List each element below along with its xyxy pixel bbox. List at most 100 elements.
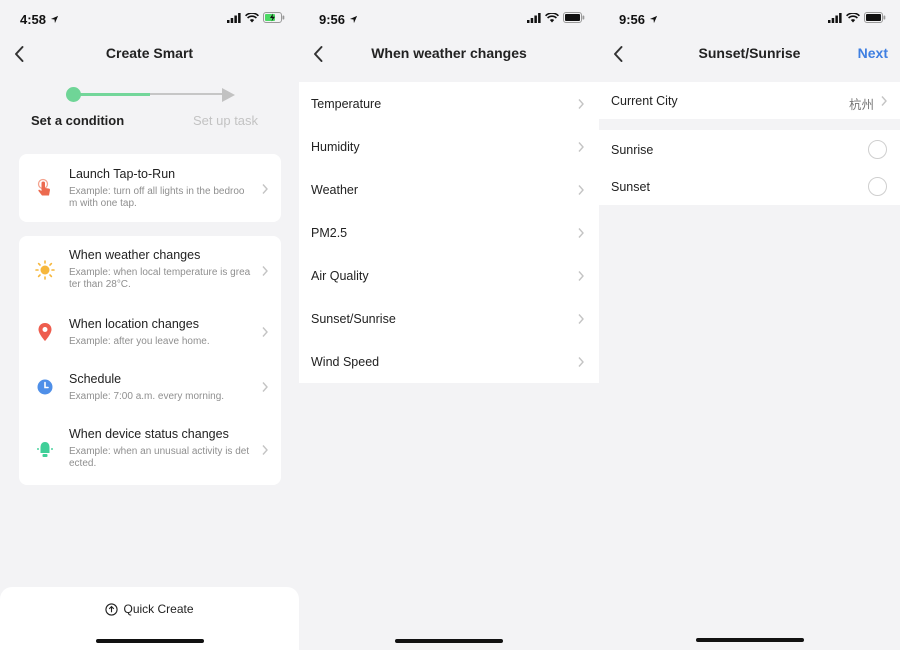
- battery-icon: [864, 12, 886, 23]
- quick-create-label: Quick Create: [123, 602, 194, 616]
- status-time: 9:56: [319, 12, 358, 27]
- clock-icon: [35, 377, 55, 397]
- progress-done: [74, 93, 150, 96]
- condition-desc: Example: when an unusual activity is det…: [69, 446, 250, 469]
- cellular-signal-icon: [828, 12, 842, 23]
- page-title: When weather changes: [371, 45, 527, 61]
- condition-desc: Example: when local temperature is great…: [69, 267, 251, 290]
- chevron-right-icon: [578, 99, 584, 109]
- option-sunset[interactable]: Sunset: [599, 167, 900, 204]
- current-city-label: Current City: [611, 94, 678, 108]
- location-arrow-icon: [649, 15, 658, 24]
- wifi-icon: [846, 12, 860, 22]
- option-sunrise[interactable]: Sunrise: [599, 130, 900, 167]
- tap-hand-icon: [35, 178, 55, 198]
- system-icons: [227, 12, 285, 23]
- list-item-temperature[interactable]: Temperature: [299, 82, 599, 125]
- list-item-weather[interactable]: Weather: [299, 168, 599, 211]
- location-pin-icon: [35, 322, 55, 342]
- sunrise-radio[interactable]: [868, 140, 887, 159]
- weather-condition-list: Temperature Humidity Weather PM2.5 Air Q…: [299, 82, 599, 383]
- sunset-sunrise-screen: 9:56 Sunset/Sunrise Next Current City 杭州…: [599, 0, 900, 650]
- cellular-signal-icon: [527, 12, 541, 23]
- list-item-label: Weather: [311, 183, 359, 197]
- status-time: 4:58: [20, 12, 59, 27]
- chevron-right-icon: [262, 445, 268, 455]
- step-set-condition: Set a condition: [31, 113, 125, 128]
- upload-circle-icon: [105, 602, 119, 616]
- current-city-value: 杭州: [848, 98, 874, 112]
- list-item-wind-speed[interactable]: Wind Speed: [299, 340, 599, 383]
- next-button[interactable]: Next: [858, 45, 888, 61]
- sunset-radio[interactable]: [868, 177, 887, 196]
- list-item-label: PM2.5: [311, 226, 348, 240]
- condition-device-status-item[interactable]: When device status changes Example: when…: [19, 414, 281, 485]
- conditions-card: When weather changes Example: when local…: [19, 236, 281, 485]
- progress-arrow-icon: [222, 88, 235, 102]
- list-item-label: Wind Speed: [311, 355, 380, 369]
- system-icons: [527, 12, 585, 23]
- location-arrow-icon: [50, 15, 59, 24]
- condition-title: When weather changes: [69, 248, 201, 262]
- list-item-pm25[interactable]: PM2.5: [299, 211, 599, 254]
- progress-remaining: [150, 93, 226, 95]
- list-item-humidity[interactable]: Humidity: [299, 125, 599, 168]
- launch-title: Launch Tap-to-Run: [69, 167, 176, 181]
- home-indicator[interactable]: [695, 638, 804, 642]
- cellular-signal-icon: [227, 12, 241, 23]
- list-item-label: Sunset/Sunrise: [311, 312, 396, 326]
- condition-title: When device status changes: [69, 427, 229, 441]
- sun-event-options: Sunrise Sunset: [599, 130, 900, 205]
- system-icons: [828, 12, 886, 23]
- chevron-right-icon: [578, 314, 584, 324]
- option-label: Sunrise: [611, 143, 654, 157]
- quick-create-button[interactable]: Quick Create: [0, 602, 299, 616]
- chevron-right-icon: [578, 357, 584, 367]
- status-bar: 9:56: [299, 0, 599, 38]
- list-item-label: Humidity: [311, 140, 360, 154]
- page-title: Create Smart: [105, 45, 194, 61]
- wifi-icon: [245, 12, 259, 22]
- clock-text: 9:56: [619, 12, 646, 27]
- wifi-icon: [545, 12, 559, 22]
- launch-card: Launch Tap-to-Run Example: turn off all …: [19, 154, 281, 222]
- step-progress: [66, 86, 236, 104]
- nav-bar: Sunset/Sunrise Next: [599, 38, 900, 70]
- chevron-right-icon: [881, 96, 887, 106]
- clock-text: 9:56: [319, 12, 346, 27]
- weather-changes-screen: 9:56 When weather changes Temperature Hu…: [299, 0, 599, 650]
- bottom-bar: Quick Create: [0, 587, 299, 650]
- chevron-right-icon: [262, 184, 268, 194]
- launch-tap-to-run-item[interactable]: Launch Tap-to-Run Example: turn off all …: [19, 154, 281, 222]
- condition-title: When location changes: [69, 317, 199, 331]
- condition-schedule-item[interactable]: Schedule Example: 7:00 a.m. every mornin…: [19, 359, 281, 414]
- chevron-right-icon: [578, 185, 584, 195]
- home-indicator[interactable]: [95, 639, 204, 643]
- condition-desc: Example: 7:00 a.m. every morning.: [69, 391, 225, 402]
- battery-charging-icon: [263, 12, 285, 23]
- step-set-up-task: Set up task: [193, 113, 259, 128]
- condition-weather-item[interactable]: When weather changes Example: when local…: [19, 236, 281, 304]
- home-indicator[interactable]: [395, 639, 503, 643]
- sun-icon: [35, 260, 55, 280]
- chevron-right-icon: [578, 271, 584, 281]
- create-smart-screen: 4:58 Create Smart Set a condition Set up…: [0, 0, 299, 650]
- chevron-right-icon: [578, 228, 584, 238]
- list-item-label: Air Quality: [311, 269, 369, 283]
- progress-dot: [66, 87, 81, 102]
- condition-location-item[interactable]: When location changes Example: after you…: [19, 304, 281, 359]
- status-time: 9:56: [619, 12, 658, 27]
- chevron-right-icon: [578, 142, 584, 152]
- chevron-right-icon: [262, 382, 268, 392]
- chevron-right-icon: [262, 266, 268, 276]
- launch-desc: Example: turn off all lights in the bedr…: [69, 186, 245, 209]
- chevron-right-icon: [262, 327, 268, 337]
- list-item-air-quality[interactable]: Air Quality: [299, 254, 599, 297]
- condition-title: Schedule: [69, 372, 122, 386]
- option-label: Sunset: [611, 180, 650, 194]
- condition-desc: Example: after you leave home.: [69, 336, 210, 347]
- nav-bar: When weather changes: [299, 38, 599, 70]
- current-city-row[interactable]: Current City 杭州: [599, 82, 900, 119]
- list-item-sunset-sunrise[interactable]: Sunset/Sunrise: [299, 297, 599, 340]
- status-bar: 9:56: [599, 0, 900, 38]
